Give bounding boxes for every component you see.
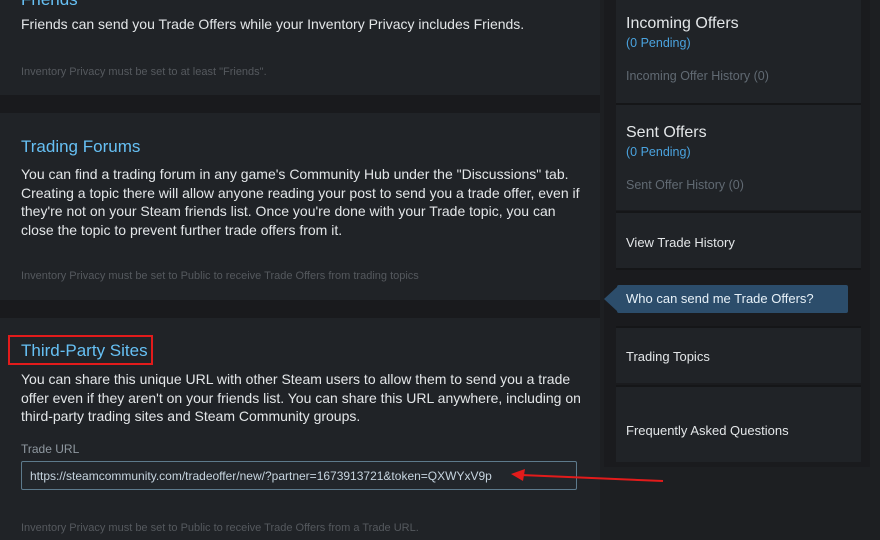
trading-forums-title: Trading Forums <box>21 137 141 156</box>
trade-url-field[interactable]: https://steamcommunity.com/tradeoffer/ne… <box>21 461 577 490</box>
view-trade-history-link[interactable]: View Trade History <box>626 235 735 250</box>
sent-pending-count[interactable]: (0 Pending) <box>626 145 691 159</box>
trading-forums-description: You can find a trading forum in any game… <box>21 166 580 238</box>
third-party-privacy-note: Inventory Privacy must be set to Public … <box>21 522 419 534</box>
main-content: Friends Friends can send you Trade Offer… <box>0 0 600 540</box>
annotation-arrow-icon <box>511 469 664 482</box>
friends-description: Friends can send you Trade Offers while … <box>21 16 525 32</box>
section-divider <box>0 300 600 318</box>
highlight-box <box>8 335 153 365</box>
sidebar-divider <box>616 268 861 270</box>
trade-url-label: Trade URL <box>21 442 80 456</box>
incoming-pending-count[interactable]: (0 Pending) <box>626 36 691 50</box>
third-party-description: You can share this unique URL with other… <box>21 371 581 424</box>
incoming-offer-history-link[interactable]: Incoming Offer History (0) <box>626 69 769 83</box>
friends-title: Friends <box>21 0 78 10</box>
active-pointer-icon <box>604 287 617 311</box>
sent-offer-history-link[interactable]: Sent Offer History (0) <box>626 178 744 192</box>
trading-forums-privacy-note: Inventory Privacy must be set to Public … <box>21 270 419 282</box>
friends-privacy-note: Inventory Privacy must be set to at leas… <box>21 66 267 78</box>
sent-offers-title[interactable]: Sent Offers <box>626 124 707 142</box>
trading-topics-link[interactable]: Trading Topics <box>626 349 710 364</box>
faq-link[interactable]: Frequently Asked Questions <box>626 423 789 438</box>
section-divider <box>0 95 600 113</box>
who-can-send-label[interactable]: Who can send me Trade Offers? <box>626 291 814 306</box>
incoming-offers-title[interactable]: Incoming Offers <box>626 15 739 33</box>
